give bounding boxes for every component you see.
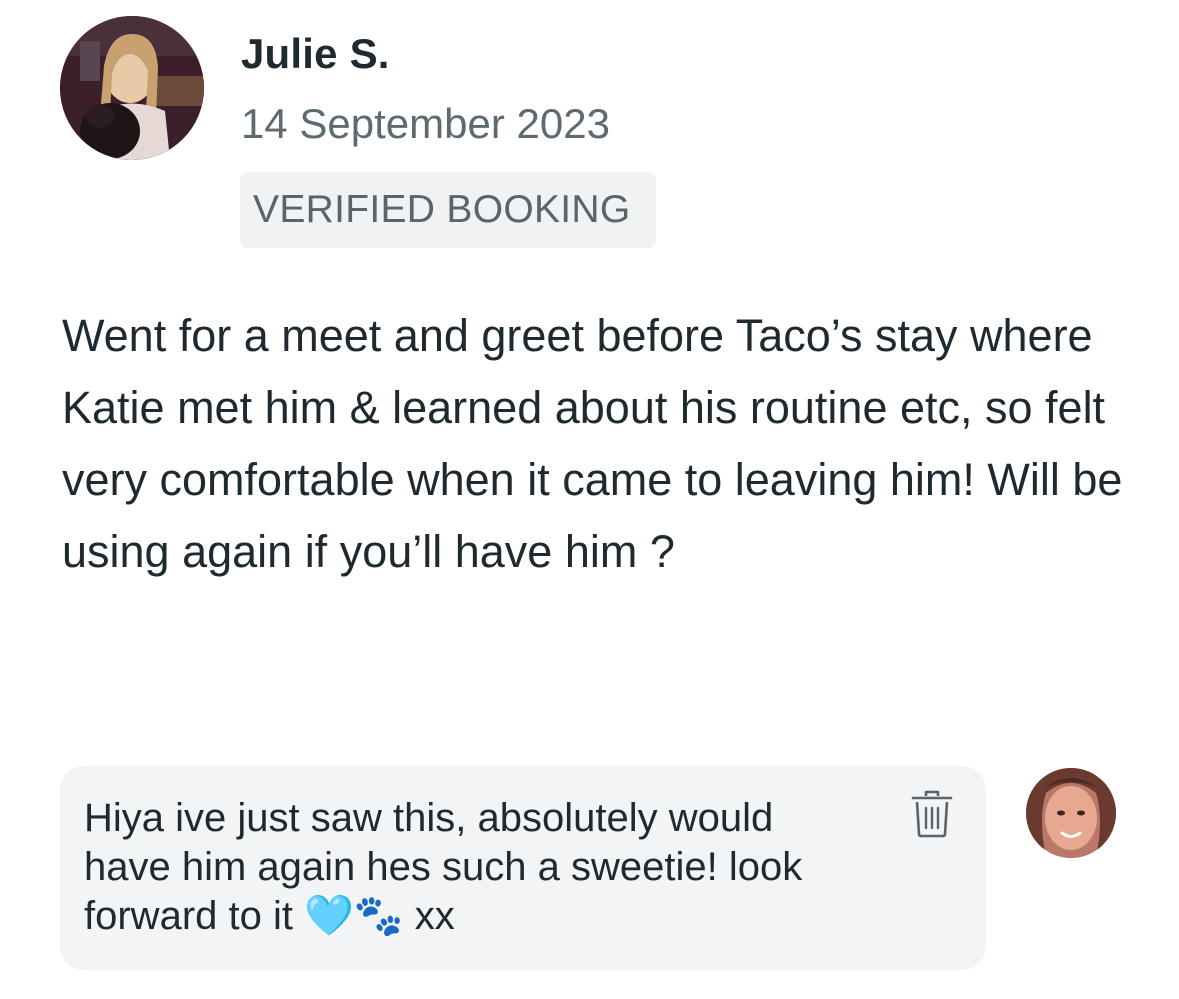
review-text: Went for a meet and greet before Taco’s … [62, 310, 1123, 577]
reviewer-avatar[interactable] [60, 16, 204, 160]
verified-booking-badge: VERIFIED BOOKING [240, 172, 656, 248]
delete-reply-button[interactable] [904, 786, 960, 842]
review-date: 14 September 2023 [241, 100, 610, 147]
reply-bubble: Hiya ive just saw this, absolutely would… [60, 766, 986, 970]
responder-photo [1026, 768, 1116, 858]
responder-avatar[interactable] [1026, 768, 1116, 858]
review-card: Julie S. 14 September 2023 VERIFIED BOOK… [0, 0, 1179, 999]
reviewer-photo [60, 16, 204, 160]
trash-icon [911, 790, 953, 838]
reply-text: Hiya ive just saw this, absolutely would… [84, 796, 803, 938]
reviewer-name: Julie S. [241, 30, 390, 77]
